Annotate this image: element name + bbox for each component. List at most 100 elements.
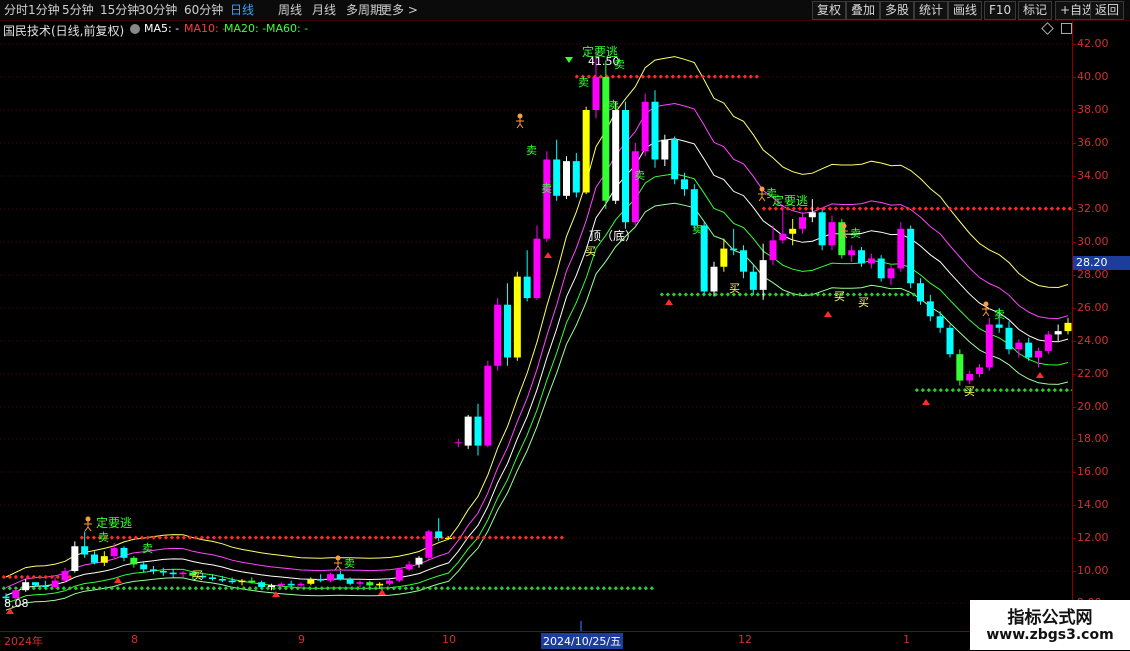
period-60min-tab[interactable]: 60分钟: [184, 2, 223, 18]
resistance-dot: [493, 535, 498, 540]
resistance-dot: [929, 206, 934, 211]
candle-body: [523, 276, 531, 299]
resistance-dot: [652, 74, 657, 79]
date-label: 9: [298, 633, 305, 646]
resistance-dot: [523, 535, 528, 540]
back-button[interactable]: 返回: [1090, 1, 1125, 20]
buy-label: 买: [964, 385, 975, 398]
crosshair-date-label: 2024/10/25/五: [541, 633, 624, 649]
overlay-button[interactable]: 叠加: [846, 1, 881, 20]
buy-label: 买: [192, 569, 203, 582]
resistance-dot: [1055, 206, 1060, 211]
period-day-tab[interactable]: 日线: [230, 2, 254, 18]
support-dot: [565, 586, 570, 591]
support-dot: [950, 388, 955, 393]
support-dot: [914, 388, 919, 393]
candle-body: [287, 583, 295, 586]
center-band-line: [5, 138, 1069, 596]
price-tick-mark: [1073, 209, 1076, 210]
resistance-dot: [319, 535, 324, 540]
resistance-dot: [748, 74, 753, 79]
candle-body: [209, 577, 216, 579]
support-dot: [169, 586, 174, 591]
resistance-dot: [1037, 206, 1042, 211]
period-week-tab[interactable]: 周线: [278, 2, 302, 18]
multi-stock-button[interactable]: 多股: [880, 1, 915, 20]
up-arrow-icon: [824, 311, 832, 317]
candle-body: [533, 238, 541, 299]
resistance-dot: [541, 535, 546, 540]
resistance-dot: [79, 535, 84, 540]
resistance-dot: [451, 535, 456, 540]
support-dot: [145, 586, 150, 591]
resistance-dot: [307, 535, 312, 540]
resistance-dot: [241, 535, 246, 540]
period-30min-tab[interactable]: 30分钟: [138, 2, 177, 18]
kline-chart[interactable]: 定要逃卖卖买8.08卖卖卖定要逃41.50卖卖卖顶（底）买卖卖买卖定要逃卖买 买买…: [0, 21, 1072, 631]
candle-body: [218, 579, 226, 581]
price-tick-mark: [1073, 341, 1076, 342]
candle-body: [169, 572, 177, 575]
candle-body: [248, 580, 256, 583]
resistance-dot: [367, 535, 372, 540]
support-dot: [79, 586, 84, 591]
candle-body: [710, 266, 718, 292]
resistance-dot: [247, 535, 252, 540]
resistance-dot: [887, 206, 892, 211]
period-more-tab[interactable]: 更多 >: [380, 2, 418, 18]
up-arrow-icon: [1036, 372, 1044, 378]
person-marker-icon: [84, 516, 92, 532]
candle-body: [110, 547, 118, 557]
period-5min-tab[interactable]: 5分钟: [62, 2, 94, 18]
resistance-dot: [547, 535, 552, 540]
candle-body: [779, 233, 787, 241]
mark-button[interactable]: 标记: [1018, 1, 1053, 20]
support-dot: [445, 586, 450, 591]
resistance-dot: [343, 535, 348, 540]
support-dot: [103, 586, 108, 591]
support-dot: [499, 586, 504, 591]
support-dot: [767, 292, 772, 297]
resistance-dot: [1031, 206, 1036, 211]
support-dot: [457, 586, 462, 591]
f10-button[interactable]: F10: [984, 1, 1017, 20]
resistance-dot: [1007, 206, 1012, 211]
buy-label: 买: [585, 245, 596, 258]
draw-line-button[interactable]: 画线: [948, 1, 983, 20]
support-dot: [601, 586, 606, 591]
support-dot: [821, 292, 826, 297]
resistance-dot: [676, 74, 681, 79]
candle-body: [513, 276, 521, 358]
resistance-dot: [295, 535, 300, 540]
support-dot: [649, 586, 654, 591]
resistance-dot: [253, 535, 258, 540]
resistance-dot: [211, 535, 216, 540]
support-dot: [151, 586, 156, 591]
up-arrow-icon: [665, 299, 673, 305]
resistance-dot: [857, 206, 862, 211]
period-15min-tab[interactable]: 15分钟: [100, 2, 139, 18]
price-tick-mark: [1073, 44, 1076, 45]
support-dot: [307, 586, 312, 591]
support-dot: [677, 292, 682, 297]
escape-signal-label: 定要逃: [96, 515, 132, 530]
candle-body: [1064, 322, 1072, 332]
candle-body: [749, 271, 757, 290]
candle-body: [415, 557, 423, 565]
support-dot: [1052, 388, 1057, 393]
support-dot: [643, 586, 648, 591]
resistance-dot: [833, 206, 838, 211]
price-tick-mark: [1073, 571, 1076, 572]
support-dot: [625, 586, 630, 591]
sell-label: 卖: [578, 76, 589, 89]
period-1min-tab[interactable]: 1分钟: [28, 2, 60, 18]
resistance-dot: [628, 74, 633, 79]
restore-rights-button[interactable]: 复权: [812, 1, 847, 20]
resistance-dot: [325, 535, 330, 540]
candle-body: [867, 258, 875, 264]
candle-body: [622, 110, 629, 223]
statistics-button[interactable]: 统计: [914, 1, 949, 20]
period-multi-tab[interactable]: 多周期: [346, 2, 382, 18]
period-fenshi-tab[interactable]: 分时: [4, 2, 28, 18]
period-month-tab[interactable]: 月线: [312, 2, 336, 18]
